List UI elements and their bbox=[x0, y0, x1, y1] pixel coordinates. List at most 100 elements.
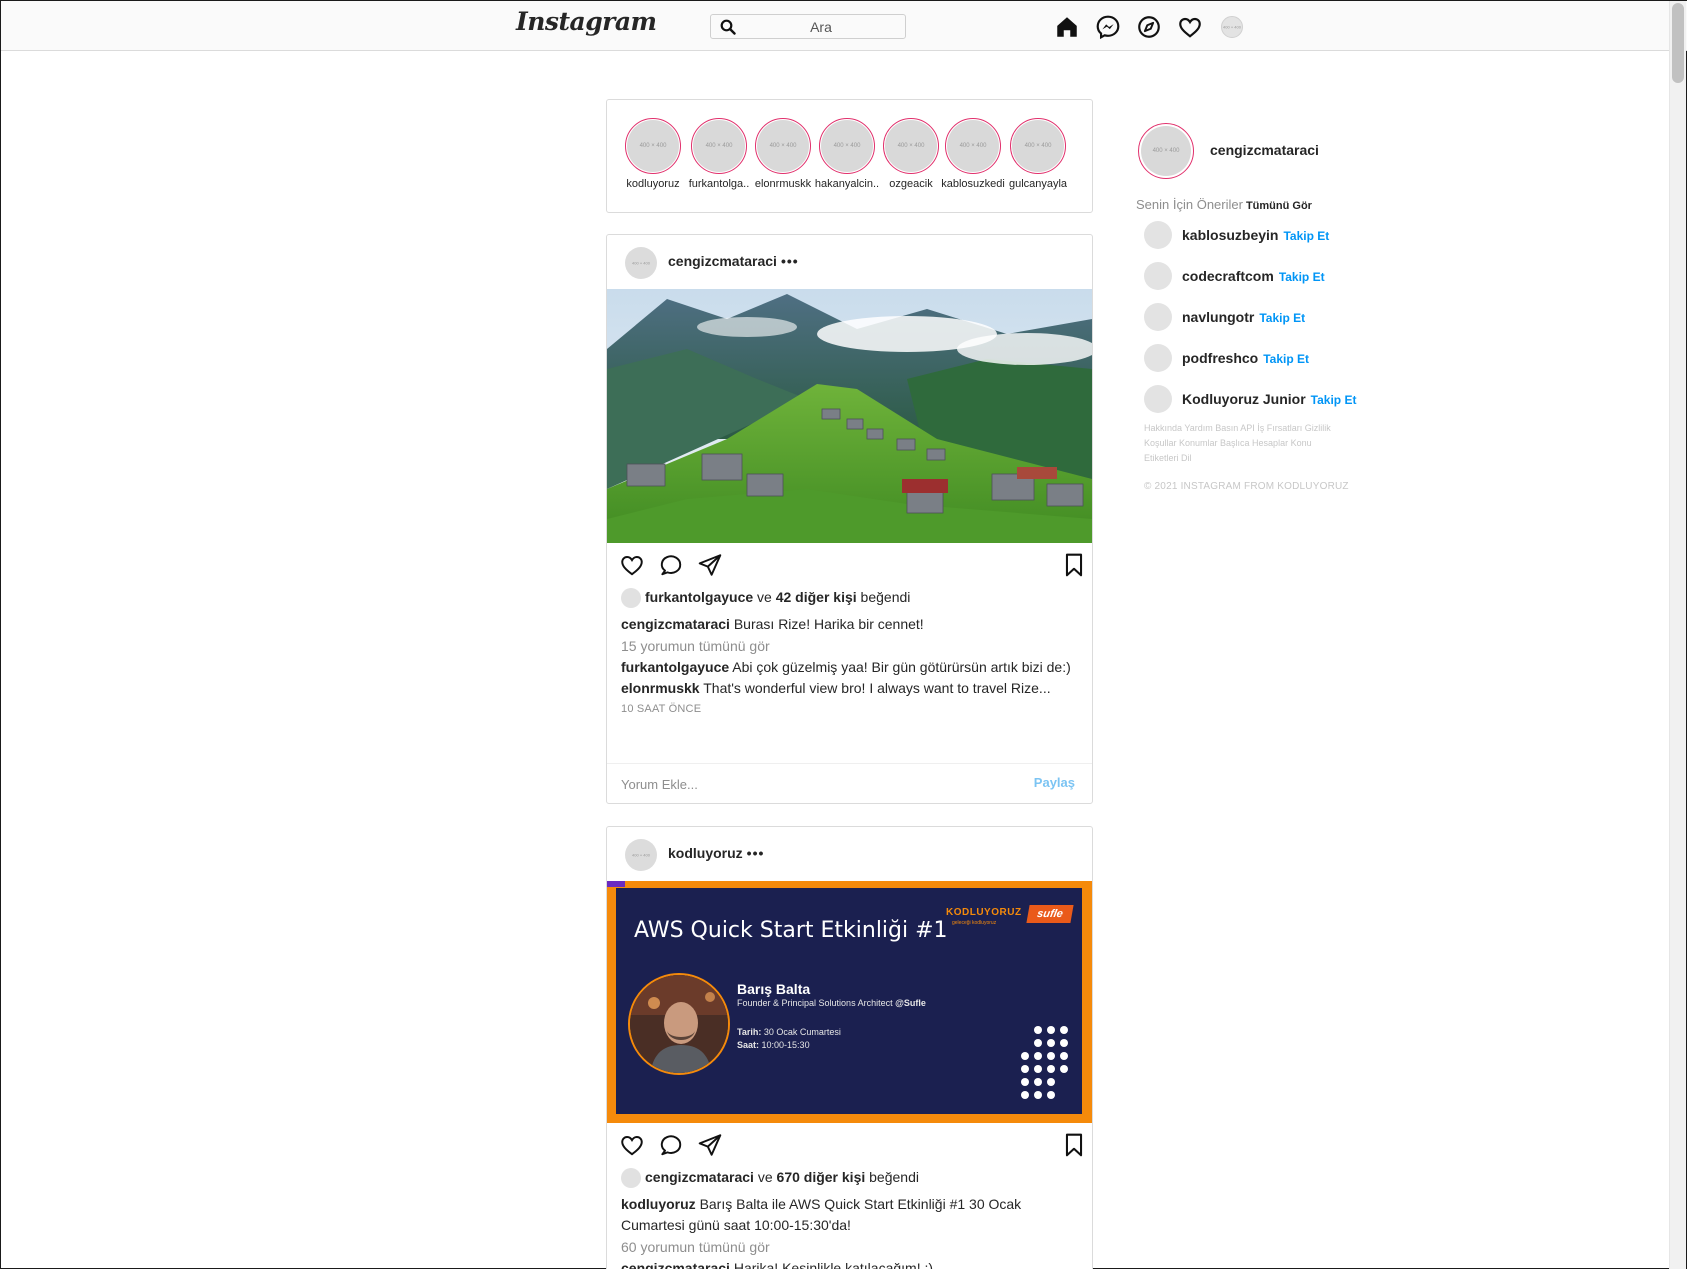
story-item[interactable]: 400 × 400 kodluyoruz bbox=[620, 118, 686, 190]
story-username: ozgeacik bbox=[889, 178, 933, 190]
suggestion-avatar[interactable] bbox=[1144, 221, 1172, 249]
more-options-icon[interactable]: ••• bbox=[781, 253, 799, 269]
share-send-icon[interactable] bbox=[697, 552, 723, 578]
follow-button[interactable]: Takip Et bbox=[1311, 393, 1357, 407]
likes-count[interactable]: 42 diğer kişi bbox=[776, 589, 857, 605]
view-all-comments-link[interactable]: 15 yorumun tümünü gör bbox=[607, 635, 1092, 657]
post-header: 400 × 400 cengizcmataraci ••• bbox=[607, 235, 1092, 289]
story-avatar: 400 × 400 bbox=[947, 120, 999, 172]
post-author-username[interactable]: cengizcmataraci ••• bbox=[668, 253, 799, 269]
scrollbar[interactable] bbox=[1669, 1, 1686, 1269]
sidebar-profile-avatar[interactable]: 400 × 400 bbox=[1138, 123, 1194, 179]
view-all-comments-link[interactable]: 60 yorumun tümünü gör bbox=[607, 1236, 1092, 1258]
comment-username[interactable]: furkantolgayuce bbox=[621, 659, 729, 675]
add-comment-bar: Paylaş bbox=[607, 763, 1092, 803]
story-username: gulcanyayla bbox=[1008, 178, 1068, 190]
story-item[interactable]: 400 × 400 hakanyalcin.. bbox=[814, 118, 880, 190]
event-banner: AWS Quick Start Etkinliği #1 KODLUYORUZ … bbox=[616, 888, 1082, 1114]
likes-summary: furkantolgayuce ve 42 diğer kişi beğendi bbox=[607, 585, 1092, 609]
see-all-link[interactable]: Tümünü Gör bbox=[1246, 200, 1312, 212]
post-author-username[interactable]: kodluyoruz ••• bbox=[668, 845, 764, 861]
likes-count[interactable]: 670 diğer kişi bbox=[777, 1169, 866, 1185]
profile-avatar[interactable]: 400 × 400 bbox=[1221, 16, 1243, 38]
suggestion-avatar[interactable] bbox=[1144, 262, 1172, 290]
like-heart-icon[interactable] bbox=[619, 1132, 645, 1158]
post-author-avatar[interactable]: 400 × 400 bbox=[625, 247, 657, 279]
suggestion-username[interactable]: Kodluyoruz Junior bbox=[1182, 391, 1306, 407]
follow-button[interactable]: Takip Et bbox=[1259, 311, 1305, 325]
post-image[interactable]: AWS Quick Start Etkinliği #1 KODLUYORUZ … bbox=[607, 881, 1092, 1123]
scrollbar-thumb[interactable] bbox=[1672, 3, 1684, 83]
avatar-placeholder-label: 400 × 400 bbox=[705, 143, 733, 149]
story-ring: 400 × 400 bbox=[691, 118, 747, 174]
liker-avatar bbox=[621, 1168, 641, 1189]
story-item[interactable]: 400 × 400 ozgeacik bbox=[878, 118, 944, 190]
speaker-name: Barış Balta bbox=[737, 981, 811, 997]
follow-button[interactable]: Takip Et bbox=[1279, 270, 1325, 284]
likes-joiner: ve bbox=[757, 589, 772, 605]
post-image[interactable] bbox=[607, 289, 1092, 543]
story-avatar: 400 × 400 bbox=[885, 120, 937, 172]
avatar-placeholder-label: 400 × 400 bbox=[1024, 143, 1052, 149]
comment-icon[interactable] bbox=[658, 1132, 684, 1158]
home-icon[interactable] bbox=[1054, 14, 1080, 40]
post-header: 400 × 400 kodluyoruz ••• bbox=[607, 827, 1092, 881]
liker-username[interactable]: furkantolgayuce bbox=[645, 589, 753, 605]
event-time: Saat: 10:00-15:30 bbox=[737, 1040, 810, 1050]
like-heart-icon[interactable] bbox=[619, 552, 645, 578]
post-author-avatar[interactable]: 400 × 400 bbox=[625, 839, 657, 871]
suggestion-avatar[interactable] bbox=[1144, 385, 1172, 413]
instagram-logo[interactable]: Instagram bbox=[516, 7, 657, 36]
comment-username[interactable]: cengizcmataraci bbox=[621, 1260, 730, 1269]
event-title: AWS Quick Start Etkinliği #1 bbox=[634, 918, 948, 943]
post-author-name[interactable]: cengizcmataraci bbox=[668, 253, 777, 269]
comment-input[interactable] bbox=[621, 774, 1001, 794]
story-ring: 400 × 400 bbox=[625, 118, 681, 174]
comment-username[interactable]: elonrmuskk bbox=[621, 680, 700, 696]
comment-item: furkantolgayuce Abi çok güzelmiş yaa! Bi… bbox=[607, 657, 1092, 678]
explore-icon[interactable] bbox=[1136, 14, 1162, 40]
suggestion-avatar[interactable] bbox=[1144, 344, 1172, 372]
follow-button[interactable]: Takip Et bbox=[1263, 352, 1309, 366]
suggestion-username[interactable]: podfreshco bbox=[1182, 350, 1258, 366]
likes-summary: cengizcmataraci ve 670 diğer kişi beğend… bbox=[607, 1165, 1092, 1189]
event-date-value: 30 Ocak Cumartesi bbox=[763, 1027, 841, 1037]
search-input[interactable] bbox=[741, 15, 901, 38]
post-comment-button[interactable]: Paylaş bbox=[1034, 775, 1075, 790]
suggestion-username[interactable]: navlungotr bbox=[1182, 309, 1254, 325]
caption-username[interactable]: kodluyoruz bbox=[621, 1196, 696, 1212]
story-username: elonrmuskk bbox=[754, 178, 812, 190]
post-caption: cengizcmataraci Burası Rize! Harika bir … bbox=[607, 609, 1092, 635]
activity-heart-icon[interactable] bbox=[1177, 14, 1203, 40]
decorative-dot-pattern bbox=[1021, 1026, 1068, 1099]
more-options-icon[interactable]: ••• bbox=[747, 845, 765, 861]
follow-button[interactable]: Takip Et bbox=[1283, 229, 1329, 243]
comment-icon[interactable] bbox=[658, 552, 684, 578]
bookmark-icon[interactable] bbox=[1061, 552, 1087, 578]
sidebar-avatar-image: 400 × 400 bbox=[1141, 126, 1191, 176]
story-ring: 400 × 400 bbox=[755, 118, 811, 174]
post-author-name[interactable]: kodluyoruz bbox=[668, 845, 743, 861]
bookmark-icon[interactable] bbox=[1061, 1132, 1087, 1158]
caption-text: Burası Rize! Harika bir cennet! bbox=[733, 616, 924, 632]
suggestion-avatar[interactable] bbox=[1144, 303, 1172, 331]
story-item[interactable]: 400 × 400 elonrmuskk bbox=[750, 118, 816, 190]
post-caption: kodluyoruz Barış Balta ile AWS Quick Sta… bbox=[607, 1189, 1092, 1236]
event-time-value: 10:00-15:30 bbox=[761, 1040, 810, 1050]
messenger-icon[interactable] bbox=[1095, 14, 1121, 40]
story-item[interactable]: 400 × 400 kablosuzkedi bbox=[940, 118, 1006, 190]
feed-post: 400 × 400 cengizcmataraci ••• furkantolg… bbox=[606, 234, 1093, 804]
suggestion-username[interactable]: kablosuzbeyin bbox=[1182, 227, 1278, 243]
story-item[interactable]: 400 × 400 furkantolga.. bbox=[686, 118, 752, 190]
suggestion-username[interactable]: codecraftcom bbox=[1182, 268, 1274, 284]
sidebar-username[interactable]: cengizcmataraci bbox=[1210, 142, 1319, 158]
footer-links[interactable]: Hakkında Yardım Basın API İş Fırsatları … bbox=[1144, 421, 1344, 466]
search-box[interactable] bbox=[710, 14, 906, 39]
story-ring: 400 × 400 bbox=[1010, 118, 1066, 174]
liker-username[interactable]: cengizcmataraci bbox=[645, 1169, 754, 1185]
mountain-landscape-image bbox=[607, 289, 1092, 543]
liker-avatar bbox=[621, 588, 641, 609]
story-item[interactable]: 400 × 400 gulcanyayla bbox=[1005, 118, 1071, 190]
share-send-icon[interactable] bbox=[697, 1132, 723, 1158]
caption-username[interactable]: cengizcmataraci bbox=[621, 616, 730, 632]
